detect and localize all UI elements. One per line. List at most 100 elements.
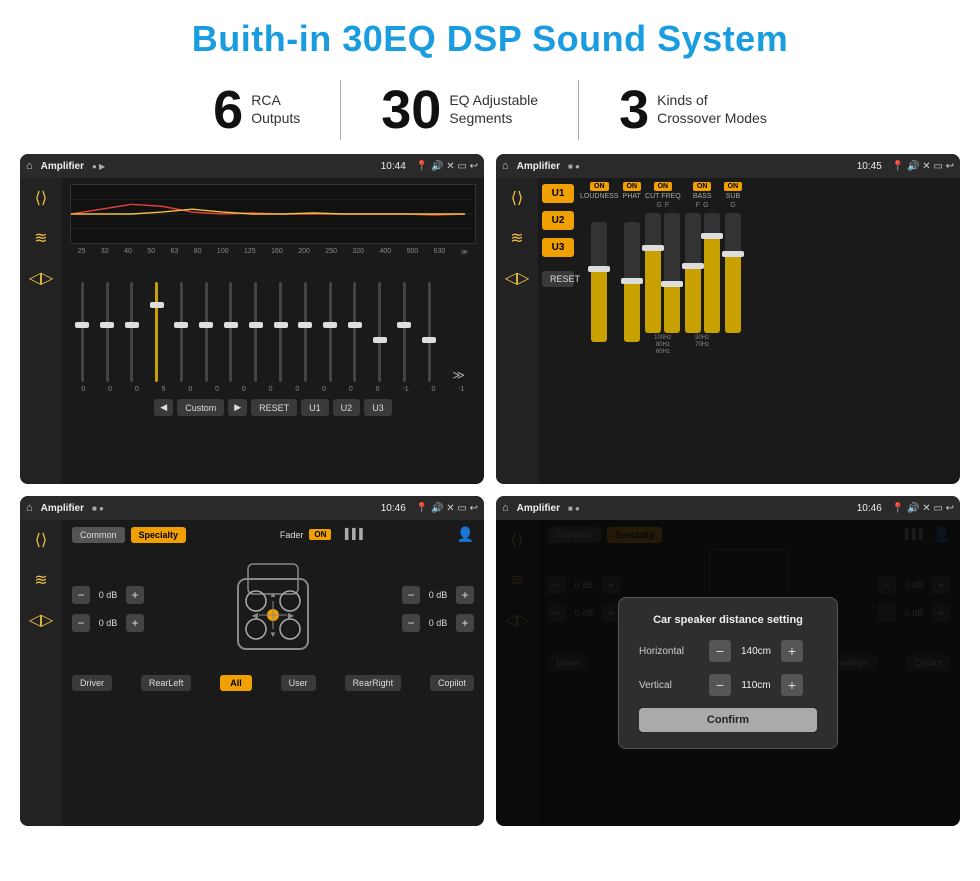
horizontal-minus-button[interactable]: −: [709, 640, 731, 662]
eq-slider-11[interactable]: [353, 282, 356, 382]
svg-text:▲: ▲: [269, 590, 277, 599]
home-icon-4[interactable]: ⌂: [502, 502, 509, 514]
svg-text:◀: ◀: [252, 611, 259, 620]
home-icon-3[interactable]: ⌂: [26, 502, 33, 514]
rr-plus-button[interactable]: +: [456, 614, 474, 632]
speaker-icon[interactable]: ◁▷: [29, 268, 54, 288]
eq-slider-0[interactable]: [81, 282, 84, 382]
eq-play-button[interactable]: ▶: [228, 399, 247, 416]
screen-crossover: ⌂ Amplifier ■ ● 10:45 📍 🔊 ✕ ▭ ↩ ⟨⟩ ≋ ◁▷ …: [496, 154, 960, 484]
home-icon-2[interactable]: ⌂: [502, 160, 509, 172]
screen-eq: ⌂ Amplifier ● ▶ 10:44 📍 🔊 ✕ ▭ ↩ ⟨⟩ ≋ ◁▷: [20, 154, 484, 484]
eq-prev-button[interactable]: ◀: [154, 399, 173, 416]
speaker-icon-3[interactable]: ◁▷: [29, 610, 54, 630]
horizontal-value: 140cm: [731, 646, 781, 657]
eq-slider-4[interactable]: [180, 282, 183, 382]
stat-crossover-label: Kinds ofCrossover Modes: [657, 83, 767, 127]
loudness-label: LOUDNESS: [580, 193, 619, 200]
fader-person-icon[interactable]: 👤: [457, 526, 474, 543]
driver-button[interactable]: Driver: [72, 675, 112, 691]
screen3-title: Amplifier: [41, 503, 84, 514]
common-button[interactable]: Common: [72, 527, 125, 543]
eq-slider-extra[interactable]: ≫: [452, 368, 465, 382]
sub-label: SUB: [726, 193, 740, 200]
svg-text:▶: ▶: [288, 611, 295, 620]
rearright-button[interactable]: RearRight: [345, 675, 402, 691]
bass-on-badge: ON: [693, 182, 712, 191]
eq-slider-6[interactable]: [229, 282, 232, 382]
eq-custom-button[interactable]: Custom: [177, 399, 224, 416]
eq-slider-7[interactable]: [254, 282, 257, 382]
u2-select-button[interactable]: U2: [542, 211, 574, 230]
rearleft-button[interactable]: RearLeft: [141, 675, 192, 691]
eq-icon[interactable]: ⟨⟩: [35, 188, 47, 208]
fader-top-row: Common Specialty Fader ON ▐▐▐ 👤: [72, 526, 474, 543]
crossover-reset-button[interactable]: RESET: [542, 271, 574, 287]
phat-label: PHAT: [623, 193, 641, 200]
fr-minus-button[interactable]: −: [402, 586, 420, 604]
cutfreq-label: CUT FREQ: [645, 193, 681, 200]
home-icon[interactable]: ⌂: [26, 160, 33, 172]
copilot-button[interactable]: Copilot: [430, 675, 474, 691]
rr-minus-button[interactable]: −: [402, 614, 420, 632]
eq-slider-5[interactable]: [205, 282, 208, 382]
confirm-button[interactable]: Confirm: [639, 708, 817, 732]
eq-slider-13[interactable]: [403, 282, 406, 382]
screen2-title: Amplifier: [517, 161, 560, 172]
vertical-plus-button[interactable]: +: [781, 674, 803, 696]
screen1-sidebar: ⟨⟩ ≋ ◁▷: [20, 178, 62, 484]
eq-slider-2[interactable]: [130, 282, 133, 382]
loudness-on-badge: ON: [590, 182, 609, 191]
screen4-title: Amplifier: [517, 503, 560, 514]
db-row-rr: − 0 dB +: [402, 614, 474, 632]
fr-plus-button[interactable]: +: [456, 586, 474, 604]
fl-minus-button[interactable]: −: [72, 586, 90, 604]
eq-icon-3[interactable]: ⟨⟩: [35, 530, 47, 550]
vertical-label: Vertical: [639, 680, 709, 691]
rl-plus-button[interactable]: +: [126, 614, 144, 632]
u3-select-button[interactable]: U3: [542, 238, 574, 257]
speaker-icon-2[interactable]: ◁▷: [505, 268, 530, 288]
stat-crossover: 3 Kinds ofCrossover Modes: [579, 83, 807, 137]
rl-minus-button[interactable]: −: [72, 614, 90, 632]
vertical-minus-button[interactable]: −: [709, 674, 731, 696]
eq-u3-button[interactable]: U3: [364, 399, 392, 416]
eq-slider-3[interactable]: [155, 282, 158, 382]
eq-u1-button[interactable]: U1: [301, 399, 329, 416]
wave-icon-2[interactable]: ≋: [510, 228, 523, 248]
distance-dialog: Car speaker distance setting Horizontal …: [618, 597, 838, 749]
specialty-button[interactable]: Specialty: [131, 527, 187, 543]
screen4-time: 10:46: [857, 503, 882, 514]
wave-icon[interactable]: ≋: [34, 228, 47, 248]
eq-slider-9[interactable]: [304, 282, 307, 382]
page-title: Buith-in 30EQ DSP Sound System: [0, 0, 980, 70]
wave-icon-3[interactable]: ≋: [34, 570, 47, 590]
screen2-topbar: ⌂ Amplifier ■ ● 10:45 📍 🔊 ✕ ▭ ↩: [496, 154, 960, 178]
eq-reset-button[interactable]: RESET: [251, 399, 297, 416]
u1-select-button[interactable]: U1: [542, 184, 574, 203]
eq-slider-10[interactable]: [329, 282, 332, 382]
fader-label: Fader: [280, 530, 304, 540]
fl-plus-button[interactable]: +: [126, 586, 144, 604]
eq-slider-12[interactable]: [378, 282, 381, 382]
screens-grid: ⌂ Amplifier ● ▶ 10:44 📍 🔊 ✕ ▭ ↩ ⟨⟩ ≋ ◁▷: [0, 154, 980, 826]
bottom-buttons-row: Driver RearLeft All User RearRight Copil…: [72, 675, 474, 691]
user-button[interactable]: User: [281, 675, 316, 691]
stat-eq: 30 EQ AdjustableSegments: [341, 83, 578, 137]
eq-freq-labels: 2532405063 80100125160200 25032040050063…: [70, 248, 476, 256]
screen3-status-icons: 📍 🔊 ✕ ▭ ↩: [416, 503, 478, 514]
eq-graph: [70, 184, 476, 244]
fader-slider-visual[interactable]: ▐▐▐: [341, 529, 362, 540]
eq-u2-button[interactable]: U2: [333, 399, 361, 416]
screen2-status-icons: 📍 🔊 ✕ ▭ ↩: [892, 161, 954, 172]
eq-slider-8[interactable]: [279, 282, 282, 382]
screen1-status-icons: 📍 🔊 ✕ ▭ ↩: [416, 161, 478, 172]
eq-slider-1[interactable]: [106, 282, 109, 382]
rr-db-value: 0 dB: [424, 618, 452, 628]
eq-slider-14[interactable]: [428, 282, 431, 382]
horizontal-plus-button[interactable]: +: [781, 640, 803, 662]
all-button[interactable]: All: [220, 675, 252, 691]
eq-icon-2[interactable]: ⟨⟩: [511, 188, 523, 208]
screen4-topbar: ⌂ Amplifier ■ ● 10:46 📍 🔊 ✕ ▭ ↩: [496, 496, 960, 520]
sub-on-badge: ON: [724, 182, 743, 191]
